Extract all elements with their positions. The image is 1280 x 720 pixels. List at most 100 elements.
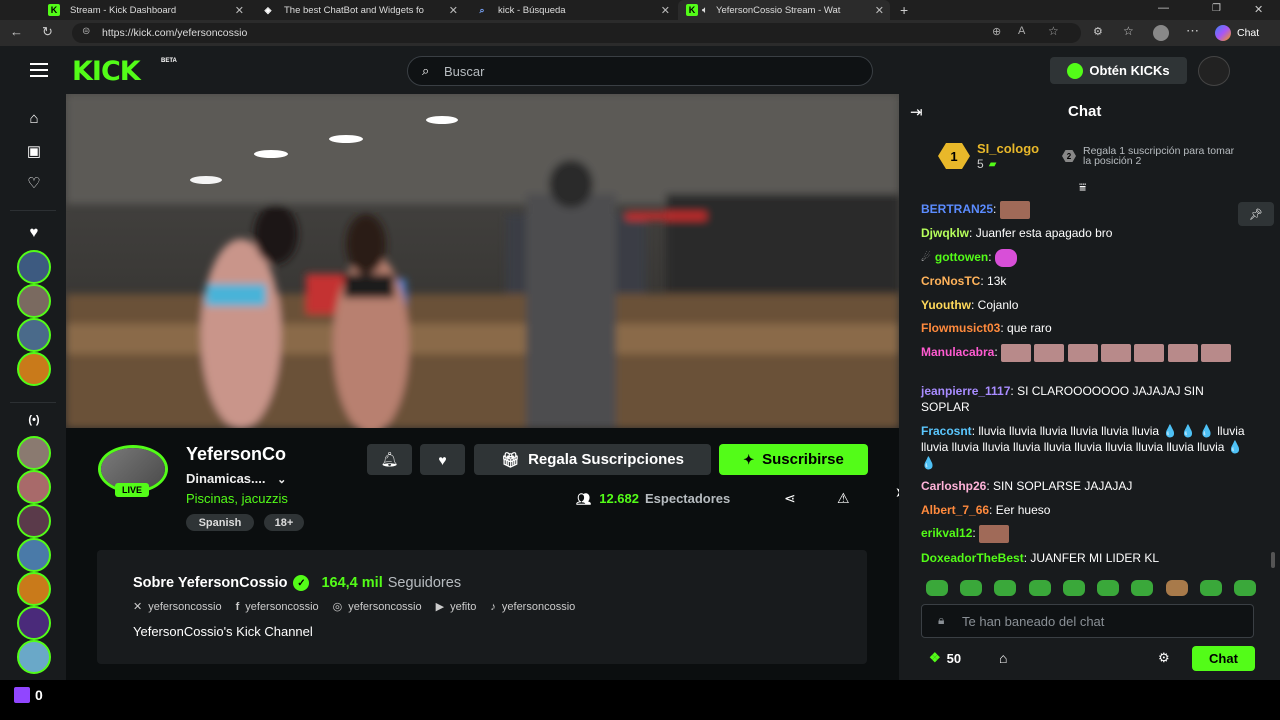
chat-username[interactable]: Albert_7_66 <box>921 503 989 517</box>
speaker-icon[interactable]: 🔈︎ <box>702 5 708 16</box>
social-link-x[interactable]: ✕ yefersoncossio <box>133 600 222 613</box>
gift-subs-button[interactable]: 🎁︎ Regala Suscripciones <box>474 444 711 475</box>
twitch-counter[interactable]: 0 <box>14 687 43 703</box>
leaderboard-top-user[interactable]: SI_cologo <box>977 141 1039 156</box>
emote-icon[interactable] <box>994 580 1017 596</box>
reload-icon[interactable]: ↻ <box>42 24 53 40</box>
emote-icon[interactable] <box>1165 580 1188 596</box>
chat-username[interactable]: gottowen <box>935 250 988 264</box>
user-avatar[interactable] <box>1198 56 1230 86</box>
chat-settings-gear-icon[interactable]: ⚙ <box>1158 650 1170 666</box>
zoom-icon[interactable]: ⊕ <box>992 25 1001 38</box>
menu-hamburger-icon[interactable] <box>30 63 48 77</box>
chat-username[interactable]: jeanpierre_1117 <box>921 384 1010 398</box>
profile-avatar[interactable] <box>1153 25 1169 41</box>
close-tab-icon[interactable]: ✕ <box>661 4 670 17</box>
emote-icon[interactable] <box>960 580 983 596</box>
sidebar-channel-avatar[interactable] <box>17 504 51 538</box>
emote-icon[interactable] <box>1131 580 1154 596</box>
social-link-youtube[interactable]: ▶ yefito <box>436 600 477 613</box>
minimize-icon[interactable]: — <box>1158 2 1169 14</box>
chat-username[interactable]: Fracosnt <box>921 424 972 438</box>
chat-input-placeholder: Te han baneado del chat <box>962 613 1105 629</box>
notification-bell-button[interactable]: 🔔︎ <box>367 444 412 475</box>
browse-icon[interactable]: ▣ <box>24 142 44 160</box>
browser-tab-3[interactable]: ⌕ kick - Búsqueda ✕ <box>468 0 676 20</box>
channel-points[interactable]: ❖ 50 <box>929 650 961 666</box>
emote-icon[interactable] <box>1199 580 1222 596</box>
emote-icon[interactable] <box>1028 580 1051 596</box>
chevron-down-icon[interactable]: ⌄ <box>277 474 286 486</box>
stream-category[interactable]: Piscinas, jacuzzis <box>186 491 288 506</box>
new-tab-icon[interactable]: + <box>900 2 908 18</box>
close-tab-icon[interactable]: ✕ <box>235 4 244 17</box>
tag-language[interactable]: Spanish <box>186 514 254 531</box>
extensions-icon[interactable]: ⚙ <box>1093 25 1103 38</box>
chat-username[interactable]: erikval12 <box>921 526 972 540</box>
close-tab-icon[interactable]: ✕ <box>449 4 458 17</box>
kicks-coin-icon <box>1067 62 1084 79</box>
sidebar-channel-avatar[interactable] <box>17 606 51 640</box>
emote-icon[interactable] <box>1062 580 1085 596</box>
back-icon[interactable]: ← <box>10 24 23 39</box>
chat-username[interactable]: Djwqklw <box>921 226 969 240</box>
sidebar-channel-avatar[interactable] <box>17 436 51 470</box>
sidebar-channel-avatar[interactable] <box>17 470 51 504</box>
chat-username[interactable]: CroNosTC <box>921 274 980 288</box>
chat-message: erikval12: <box>921 525 1251 543</box>
video-player[interactable] <box>66 94 899 428</box>
sidebar-channel-avatar[interactable] <box>17 284 51 318</box>
copilot-chat-button[interactable]: Chat <box>1215 24 1259 42</box>
chat-username[interactable]: Carloshp26 <box>921 479 986 493</box>
sidebar-channel-avatar[interactable] <box>17 572 51 606</box>
url-field[interactable]: ⊜ https://kick.com/yefersoncossio ⊕ A ☆ <box>72 23 1081 43</box>
emote-icon[interactable] <box>1233 580 1256 596</box>
tag-mature[interactable]: 18+ <box>264 514 304 531</box>
social-link-instagram[interactable]: ◎ yefersoncossio <box>333 600 422 613</box>
favorite-star-icon[interactable]: ☆ <box>1048 24 1059 38</box>
emote-icon[interactable] <box>1097 580 1120 596</box>
chat-username[interactable]: Yuouthw <box>921 298 971 312</box>
social-link-tiktok[interactable]: ♪ yefersoncossio <box>490 601 575 613</box>
sidebar-channel-avatar[interactable] <box>17 352 51 386</box>
more-menu-icon[interactable]: ⋯ <box>1186 23 1199 39</box>
browser-tab-4[interactable]: K 🔈︎ YefersonCossio Stream - Wat ✕ <box>678 0 890 20</box>
live-badge: LIVE <box>115 483 149 497</box>
site-info-icon[interactable]: ⊜ <box>82 26 90 37</box>
close-window-icon[interactable]: ✕ <box>1254 3 1263 16</box>
favorites-icon[interactable]: ☆ <box>1123 24 1134 38</box>
sidebar-channel-avatar[interactable] <box>17 250 51 284</box>
get-kicks-button[interactable]: Obtén KICKs <box>1050 57 1187 84</box>
share-icon[interactable]: ⋖ <box>784 490 796 507</box>
following-heart-outline-icon[interactable]: ♡ <box>24 174 44 192</box>
expand-leaderboard-icon[interactable]: ⩸ <box>1079 180 1086 195</box>
store-icon[interactable]: ⌂ <box>999 650 1007 666</box>
left-sidebar: ⌂ ▣ ♡ ♥ (•) <box>0 94 66 680</box>
chat-scrollbar[interactable] <box>1271 552 1275 568</box>
sidebar-channel-avatar[interactable] <box>17 318 51 352</box>
chat-input[interactable]: 🔒︎ Te han baneado del chat <box>921 604 1254 638</box>
collapse-chat-icon[interactable]: ⇥ <box>910 103 923 121</box>
twitch-icon <box>14 687 30 703</box>
search-input[interactable]: ⌕ Buscar <box>407 56 873 86</box>
home-icon[interactable]: ⌂ <box>24 110 44 127</box>
streamer-name[interactable]: YefersonCo <box>186 444 286 465</box>
social-link-facebook[interactable]: f yefersoncossio <box>236 601 319 613</box>
subscribe-button[interactable]: ✦ Suscribirse <box>719 444 868 475</box>
send-chat-button[interactable]: Chat <box>1192 646 1255 671</box>
close-tab-icon[interactable]: ✕ <box>875 4 884 17</box>
chat-username[interactable]: DoxeadorTheBest <box>921 551 1024 565</box>
chat-username[interactable]: Flowmusict03 <box>921 321 1000 335</box>
kick-logo[interactable]: KICK <box>72 56 141 87</box>
report-warning-icon[interactable]: ⚠ <box>837 490 850 507</box>
sidebar-channel-avatar[interactable] <box>17 640 51 674</box>
maximize-icon[interactable]: ❐ <box>1212 3 1221 14</box>
read-aloud-icon[interactable]: A <box>1018 25 1025 37</box>
sidebar-channel-avatar[interactable] <box>17 538 51 572</box>
browser-tab-2[interactable]: ◈ The best ChatBot and Widgets fo ✕ <box>254 0 464 20</box>
chat-username[interactable]: BERTRAN25 <box>921 202 993 216</box>
browser-tab-1[interactable]: K Stream - Kick Dashboard ✕ <box>40 0 250 20</box>
chat-username[interactable]: Manulacabra <box>921 345 994 359</box>
emote-icon[interactable] <box>926 580 948 596</box>
follow-button[interactable]: ♥ <box>420 444 465 475</box>
